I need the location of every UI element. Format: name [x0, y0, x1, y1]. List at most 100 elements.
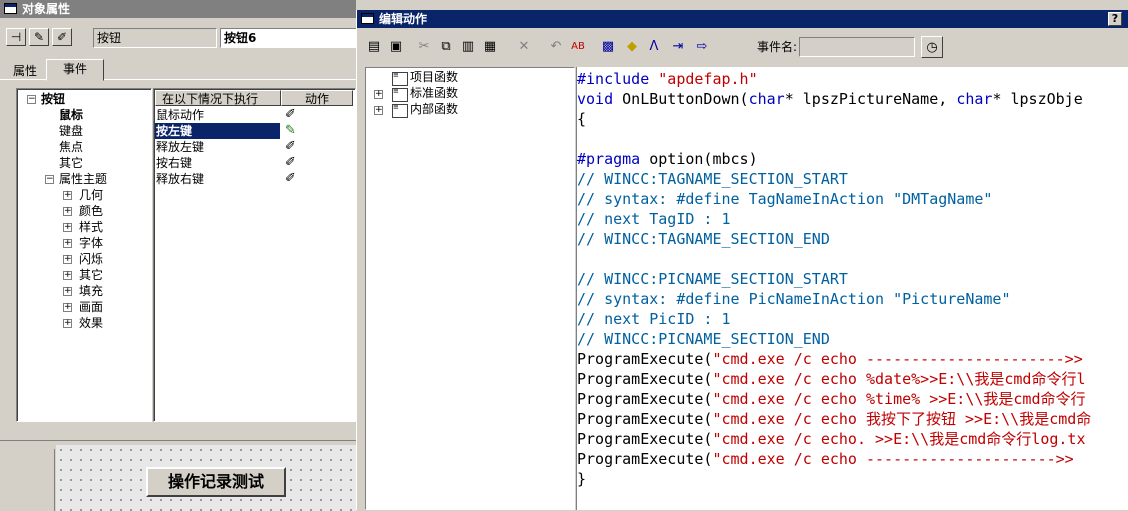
- column-header-action[interactable]: 动作: [281, 90, 353, 106]
- tree-item-other[interactable]: 其它: [59, 155, 83, 171]
- collapse-icon[interactable]: −: [27, 95, 36, 104]
- tree-item-mouse[interactable]: 鼠标: [59, 107, 83, 123]
- tree-item-font[interactable]: 字体: [79, 235, 103, 251]
- tree-item-misc[interactable]: 其它: [79, 267, 103, 283]
- pencil-icon[interactable]: ✐: [285, 171, 296, 187]
- paste-special-icon[interactable]: ▦: [479, 36, 501, 58]
- expand-icon[interactable]: +: [63, 207, 72, 216]
- action-configured-icon[interactable]: ✎: [285, 123, 296, 139]
- tree-item-style[interactable]: 样式: [79, 219, 103, 235]
- tree-item-project-functions[interactable]: 项目函数: [410, 69, 458, 85]
- side-panel: [0, 449, 55, 511]
- code-editor[interactable]: #include "apdefap.h" void OnLButtonDown(…: [576, 67, 1128, 510]
- print-preview-icon[interactable]: ▣: [385, 36, 407, 58]
- tree-item-focus[interactable]: 焦点: [59, 139, 83, 155]
- function-tree: ≡ 项目函数 + ≡ 标准函数 + ≡ 内部函数: [365, 67, 575, 510]
- log-test-button[interactable]: 操作记录测试: [146, 467, 286, 497]
- import-icon[interactable]: ⇥: [667, 36, 689, 58]
- compile-icon[interactable]: ▤: [363, 36, 385, 58]
- expand-icon[interactable]: +: [374, 106, 383, 115]
- code-comment: // WINCC:TAGNAME_SECTION_START: [577, 170, 848, 188]
- code-line: #include "apdefap.h": [577, 70, 758, 88]
- code-comment: // syntax: #define PicNameInAction "Pict…: [577, 290, 1011, 308]
- table-row[interactable]: 释放右键: [155, 171, 280, 187]
- expand-icon[interactable]: +: [63, 271, 72, 280]
- expand-icon[interactable]: +: [63, 223, 72, 232]
- picture-canvas[interactable]: 操作记录测试: [56, 445, 356, 511]
- editor-titlebar[interactable]: 编辑动作 ?: [357, 10, 1128, 28]
- code-line: #pragma option(mbcs): [577, 150, 758, 168]
- code-line: ProgramExecute("cmd.exe /c echo %time% >…: [577, 390, 1086, 408]
- event-tree-panel: − 按钮 鼠标 键盘 焦点 其它 − 属性主题 + 几何 + 颜色 + 样式 +…: [16, 88, 152, 422]
- tree-item-standard-functions[interactable]: 标准函数: [410, 85, 458, 101]
- events-table: 在以下情况下执行 动作 鼠标动作 ✐ 按左键 ✎ 释放左键 ✐ 按右键 ✐ 释放…: [153, 88, 356, 422]
- cut-icon[interactable]: ✂: [413, 36, 435, 58]
- replace-icon[interactable]: AB: [567, 36, 589, 58]
- code-comment: // next PicID : 1: [577, 310, 731, 328]
- code-line: void OnLButtonDown(char* lpszPictureName…: [577, 90, 1083, 108]
- tree-item-picture[interactable]: 画面: [79, 299, 103, 315]
- expand-icon[interactable]: +: [63, 303, 72, 312]
- paste-icon[interactable]: ▥: [457, 36, 479, 58]
- code-line: ProgramExecute("cmd.exe /c echo 我按下了按钮 >…: [577, 410, 1092, 428]
- table-row[interactable]: 按右键: [155, 155, 280, 171]
- code-comment: // WINCC:TAGNAME_SECTION_END: [577, 230, 830, 248]
- folder-icon: ≡: [392, 104, 408, 118]
- tree-item-fill[interactable]: 填充: [79, 283, 103, 299]
- collapse-icon[interactable]: −: [45, 175, 54, 184]
- tab-events[interactable]: 事件: [46, 59, 104, 81]
- copy-icon[interactable]: ⧉: [435, 36, 457, 58]
- event-name-field[interactable]: [799, 37, 915, 57]
- expand-icon[interactable]: +: [63, 239, 72, 248]
- code-line: ProgramExecute("cmd.exe /c echo --------…: [577, 450, 1074, 468]
- folder-icon: ≡: [392, 72, 408, 86]
- folder-icon: ≡: [392, 88, 408, 102]
- object-icon[interactable]: ◆: [621, 36, 643, 58]
- tab-properties[interactable]: 属性: [4, 62, 46, 82]
- tree-item-color[interactable]: 颜色: [79, 203, 103, 219]
- tree-item-effect[interactable]: 效果: [79, 315, 103, 331]
- tree-item-button[interactable]: 按钮: [41, 91, 65, 107]
- export-icon[interactable]: ⇨: [691, 36, 713, 58]
- expand-icon[interactable]: +: [63, 319, 72, 328]
- column-header-condition[interactable]: 在以下情况下执行: [155, 90, 281, 106]
- expand-icon[interactable]: +: [63, 287, 72, 296]
- pipette-copy-icon[interactable]: ✐: [52, 28, 72, 46]
- tag-selection-icon[interactable]: ▩: [597, 36, 619, 58]
- expand-icon[interactable]: +: [63, 191, 72, 200]
- pencil-icon[interactable]: ✐: [285, 139, 296, 155]
- window-icon: [361, 13, 374, 24]
- picture-editor-area: 操作记录测试: [0, 440, 356, 511]
- tree-item-property-topics[interactable]: 属性主题: [59, 171, 107, 187]
- table-row[interactable]: 鼠标动作: [155, 107, 280, 123]
- code-line: {: [577, 110, 587, 128]
- object-properties-window: 对象属性 ⊣ ✎ ✐ 按钮 按钮6 属性 事件 − 按钮 鼠标 键盘 焦点 其它…: [0, 0, 360, 440]
- tree-item-flash[interactable]: 闪烁: [79, 251, 103, 267]
- compass-icon[interactable]: Λ: [643, 36, 665, 58]
- clock-icon[interactable]: ◷: [921, 36, 943, 58]
- pencil-icon[interactable]: ✐: [285, 155, 296, 171]
- edit-action-window: 编辑动作 ? ▤ ▣ ✂ ⧉ ▥ ▦ ✕ ↶ AB ▩ ◆ Λ ⇥ ⇨ 事件名:…: [356, 10, 1128, 510]
- table-row[interactable]: 释放左键: [155, 139, 280, 155]
- expand-icon[interactable]: +: [374, 90, 383, 99]
- tree-item-internal-functions[interactable]: 内部函数: [410, 101, 458, 117]
- pipette-icon[interactable]: ✎: [29, 28, 49, 46]
- code-comment: // WINCC:PICNAME_SECTION_END: [577, 330, 830, 348]
- tree-item-keyboard[interactable]: 键盘: [59, 123, 83, 139]
- event-name-label: 事件名:: [757, 40, 798, 54]
- expand-icon[interactable]: +: [63, 255, 72, 264]
- delete-icon[interactable]: ✕: [513, 36, 535, 58]
- tree-item-geometry[interactable]: 几何: [79, 187, 103, 203]
- code-line: ProgramExecute("cmd.exe /c echo %date%>>…: [577, 370, 1086, 388]
- object-name-field[interactable]: 按钮6: [220, 28, 360, 48]
- help-icon[interactable]: ?: [1108, 12, 1122, 26]
- code-comment: // next TagID : 1: [577, 210, 731, 228]
- pencil-icon[interactable]: ✐: [285, 107, 296, 123]
- pin-icon[interactable]: ⊣: [6, 28, 26, 46]
- table-row-selected[interactable]: 按左键: [155, 123, 280, 139]
- props-titlebar[interactable]: 对象属性: [0, 0, 356, 18]
- object-type-field: 按钮: [93, 28, 217, 48]
- undo-icon[interactable]: ↶: [545, 36, 567, 58]
- code-comment: // WINCC:PICNAME_SECTION_START: [577, 270, 848, 288]
- code-line: }: [577, 470, 587, 488]
